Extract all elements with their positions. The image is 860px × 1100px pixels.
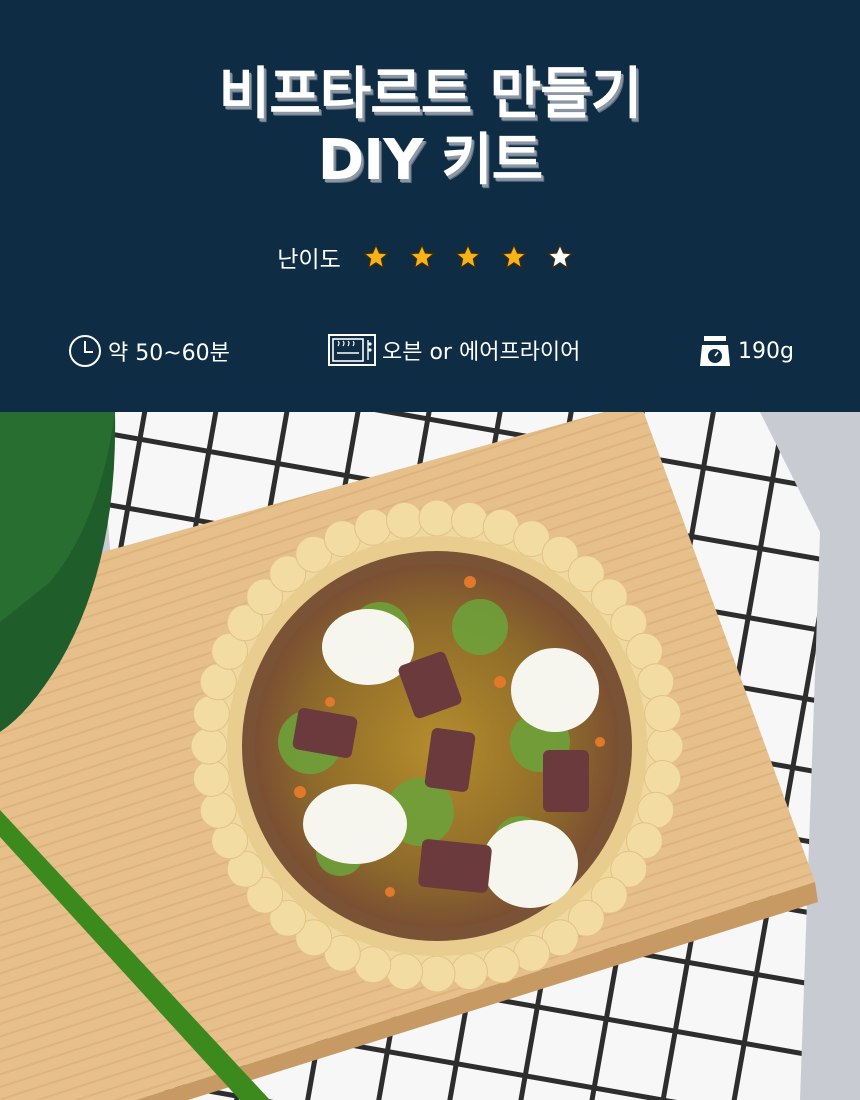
- star-filled-icon: [454, 244, 481, 270]
- title-line-1: 비프타르트 만들기: [218, 62, 643, 127]
- kitchen-scale-icon: [700, 336, 730, 366]
- difficulty-rating: 난이도: [0, 240, 860, 274]
- title-line-2: DIY 키트: [317, 128, 543, 193]
- header-banner: 비프타르트 만들기 DIY 키트 난이도 약 50~60분 오븐 or 에어프라…: [0, 0, 860, 412]
- star-rating: [353, 244, 583, 270]
- info-row: 약 50~60분 오븐 or 에어프라이어 190g: [0, 330, 860, 374]
- time-info: 약 50~60분: [68, 334, 230, 368]
- star-filled-icon: [408, 244, 435, 270]
- difficulty-label: 난이도: [277, 247, 341, 273]
- star-filled-icon: [500, 244, 527, 270]
- photo-illustration: [0, 412, 860, 1100]
- time-text: 약 50~60분: [108, 341, 230, 366]
- cooking-text: 오븐 or 에어프라이어: [382, 340, 581, 365]
- star-filled-icon: [362, 244, 389, 270]
- weight-text: 190g: [738, 338, 794, 364]
- cooking-info: 오븐 or 에어프라이어: [328, 334, 580, 366]
- weight-info: 190g: [698, 334, 794, 368]
- microwave-oven-icon: [328, 334, 376, 366]
- page-title: 비프타르트 만들기 DIY 키트: [0, 62, 860, 194]
- beef-tart-photo: [0, 412, 860, 1100]
- star-empty-icon: [546, 244, 573, 270]
- clock-icon: [69, 335, 101, 367]
